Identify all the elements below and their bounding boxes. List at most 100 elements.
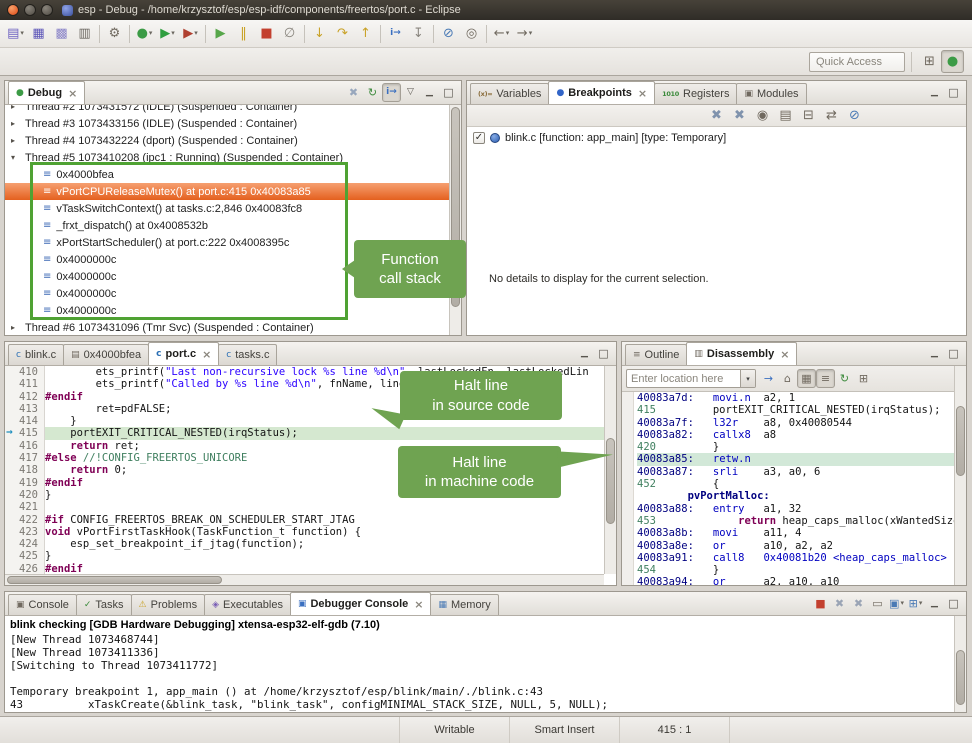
debug-thread-row[interactable]: ▸Thread #2 1073431572 (IDLE) (Suspended … <box>5 105 449 115</box>
sync-pc-icon[interactable]: → <box>759 369 778 388</box>
instruction-stepping-mode-icon[interactable]: i→ <box>382 83 401 102</box>
link-with-debug-icon[interactable]: ⇄ <box>820 104 843 127</box>
gutter-line[interactable]: 411 <box>5 378 44 390</box>
expand-arrow-icon[interactable]: ▸ <box>11 105 25 111</box>
minimize-window-button[interactable] <box>24 4 36 16</box>
disassembly-line[interactable]: 40083a82: callx8 a8 <box>637 429 954 441</box>
gutter-line[interactable]: 424 <box>5 538 44 550</box>
open-perspective-icon[interactable]: ⊞ <box>918 50 941 73</box>
gutter-line[interactable]: 410 <box>5 366 44 378</box>
save-icon[interactable]: ▦ <box>27 22 50 45</box>
tab-tasks-c[interactable]: ctasks.c <box>218 344 277 365</box>
disconnect-icon[interactable]: ∅ <box>278 22 301 45</box>
code-line-423[interactable]: void vPortFirstTaskHook(TaskFunction_t f… <box>45 526 604 538</box>
gutter-line[interactable]: 419 <box>5 477 44 489</box>
show-opcodes-icon[interactable]: ▦ <box>797 369 816 388</box>
disassembly-line[interactable]: 415 portEXIT_CRITICAL_NESTED(irqStatus); <box>637 404 954 416</box>
resume-icon[interactable]: ▶ <box>209 22 232 45</box>
code-line-426[interactable]: #endif <box>45 563 604 574</box>
instruction-stepping-icon[interactable]: i→ <box>384 22 407 45</box>
maximize-window-button[interactable] <box>41 4 53 16</box>
minimize-icon[interactable]: ▁ <box>925 594 944 613</box>
disassembly-line[interactable]: 453 return heap_caps_malloc(xWantedSize <box>637 515 954 527</box>
disassembly-line[interactable]: 420 } <box>637 441 954 453</box>
maximize-icon[interactable]: □ <box>594 344 613 363</box>
code-line-422[interactable]: #if CONFIG_FREERTOS_BREAK_ON_SCHEDULER_S… <box>45 514 604 526</box>
minimize-icon[interactable]: ▁ <box>575 344 594 363</box>
editor-gutter[interactable]: 410411412413414→415416417418419420421422… <box>5 366 45 574</box>
editor-horizontal-scrollbar[interactable] <box>5 574 604 585</box>
tab-modules[interactable]: ▣Modules <box>736 83 806 104</box>
collapse-all-icon[interactable]: ⊟ <box>797 104 820 127</box>
refresh-view-icon[interactable]: ↻ <box>835 369 854 388</box>
breakpoint-item[interactable]: ✓ blink.c [function: app_main] [type: Te… <box>467 127 966 149</box>
home-icon[interactable]: ⌂ <box>778 369 797 388</box>
close-window-button[interactable] <box>7 4 19 16</box>
step-over-icon[interactable]: ↷ <box>331 22 354 45</box>
build-icon[interactable]: ⚙ <box>103 22 126 45</box>
debug-perspective-icon[interactable]: ● <box>941 50 964 73</box>
disassembly-line[interactable]: pvPortMalloc: <box>637 490 954 502</box>
location-input[interactable]: Enter location here <box>627 373 740 385</box>
breakpoints-list[interactable]: ✓ blink.c [function: app_main] [type: Te… <box>467 127 966 335</box>
code-line-424[interactable]: esp_set_breakpoint_if_jtag(function); <box>45 538 604 550</box>
stack-frame-row[interactable]: ≡vPortCPUReleaseMutex() at port.c:415 0x… <box>5 183 449 200</box>
debug-icon[interactable]: ●▾ <box>133 22 156 45</box>
remove-launch-icon[interactable]: ✖ <box>830 594 849 613</box>
tab-memory[interactable]: ▦Memory <box>430 594 498 615</box>
clear-console-icon[interactable]: ▭ <box>868 594 887 613</box>
view-menu-icon[interactable]: ▽ <box>401 83 420 102</box>
maximize-icon[interactable]: □ <box>944 83 963 102</box>
editor-vertical-scrollbar[interactable] <box>604 366 616 574</box>
close-tab-icon[interactable]: × <box>638 87 647 100</box>
disassembly-line[interactable]: 40083a87: srli a3, a0, 6 <box>637 466 954 478</box>
remove-all-launches-icon[interactable]: ✖ <box>849 594 868 613</box>
restart-icon[interactable]: ↻ <box>363 83 382 102</box>
close-tab-icon[interactable]: × <box>780 348 789 361</box>
remove-breakpoint-icon[interactable]: ✖ <box>705 104 728 127</box>
remove-all-breakpoints-icon[interactable]: ✖ <box>728 104 751 127</box>
new-wizard-icon[interactable]: ▤▾ <box>4 22 27 45</box>
scrollbar-thumb[interactable] <box>956 406 965 476</box>
external-tools-icon[interactable]: ▶▾ <box>179 22 202 45</box>
suspend-icon[interactable]: ‖ <box>232 22 255 45</box>
quick-access-input[interactable]: Quick Access <box>809 52 905 72</box>
step-return-icon[interactable]: ↑ <box>354 22 377 45</box>
stack-frame-row[interactable]: ≡0x4000bfea <box>5 166 449 183</box>
tab-breakpoints[interactable]: ●Breakpoints× <box>548 81 655 104</box>
close-tab-icon[interactable]: × <box>68 87 77 100</box>
debug-thread-row[interactable]: ▸Thread #6 1073431096 (Tmr Svc) (Suspend… <box>5 319 449 335</box>
collapse-arrow-icon[interactable]: ▾ <box>11 153 25 162</box>
scrollbar-thumb[interactable] <box>956 650 965 705</box>
minimize-icon[interactable]: ▁ <box>925 344 944 363</box>
expand-arrow-icon[interactable]: ▸ <box>11 119 25 128</box>
open-console-icon[interactable]: ⊞▾ <box>906 594 925 613</box>
gutter-line[interactable]: 421 <box>5 501 44 513</box>
print-icon[interactable]: ▥ <box>73 22 96 45</box>
remove-all-terminated-icon[interactable]: ✖ <box>344 83 363 102</box>
console-body[interactable]: blink checking [GDB Hardware Debugging] … <box>5 616 954 712</box>
gutter-line[interactable]: 423 <box>5 526 44 538</box>
tab-outline[interactable]: ≡Outline <box>625 344 687 365</box>
debug-thread-row[interactable]: ▸Thread #3 1073433156 (IDLE) (Suspended … <box>5 115 449 132</box>
tab-blink-c[interactable]: cblink.c <box>8 344 64 365</box>
tab-debugger-console[interactable]: ▣Debugger Console× <box>290 592 432 615</box>
debug-scrollbar[interactable] <box>449 105 461 335</box>
tab-tasks[interactable]: ✓Tasks <box>76 594 132 615</box>
gutter-line[interactable]: 416 <box>5 440 44 452</box>
show-source-icon[interactable]: ≡ <box>816 369 835 388</box>
debug-tree[interactable]: ▸Thread #2 1073431572 (IDLE) (Suspended … <box>5 105 449 335</box>
code-line-425[interactable]: } <box>45 550 604 562</box>
terminate-icon[interactable]: ■ <box>811 594 830 613</box>
expand-arrow-icon[interactable]: ▸ <box>11 323 25 332</box>
maximize-icon[interactable]: □ <box>944 344 963 363</box>
breakpoint-checkbox[interactable]: ✓ <box>473 132 485 144</box>
gutter-line[interactable]: 422 <box>5 514 44 526</box>
minimize-icon[interactable]: ▁ <box>420 83 439 102</box>
disassembly-line[interactable]: 40083a85: retw.n <box>637 453 954 465</box>
terminate-icon[interactable]: ■ <box>255 22 278 45</box>
step-into-icon[interactable]: ↓ <box>308 22 331 45</box>
disassembly-line[interactable]: 40083a7f: l32r a8, 0x40080544 <box>637 417 954 429</box>
gutter-line[interactable]: 413 <box>5 403 44 415</box>
stack-frame-row[interactable]: ≡_frxt_dispatch() at 0x4008532b <box>5 217 449 234</box>
